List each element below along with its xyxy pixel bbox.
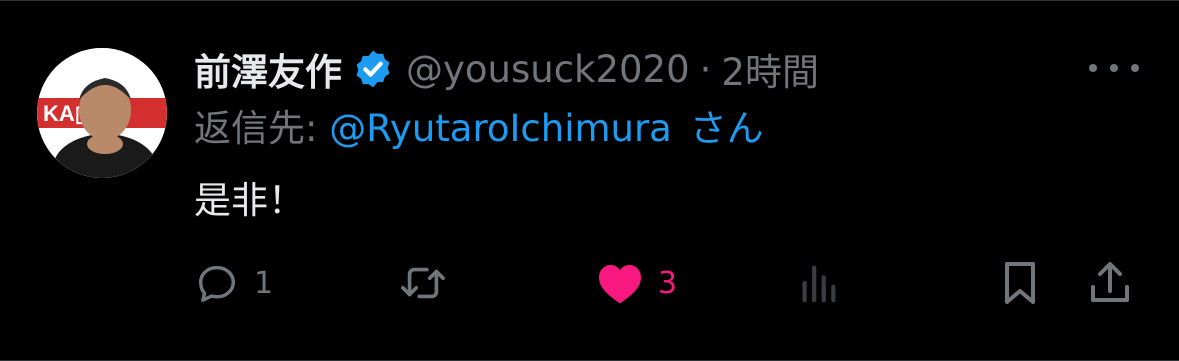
reply-to-line: 返信先: @RyutaroIchimura さん xyxy=(194,101,1139,157)
tweet-text: 是非！ xyxy=(194,179,305,222)
verified-badge-icon xyxy=(352,48,394,90)
more-dot xyxy=(1131,64,1139,72)
timestamp[interactable]: 2時間 xyxy=(721,42,819,96)
like-button[interactable]: 3 xyxy=(596,257,677,309)
separator-dot: · xyxy=(699,47,712,91)
more-dot xyxy=(1110,64,1118,72)
tweet-header: 前澤友作 @yousuck2020 · 2時間 xyxy=(194,41,1139,97)
more-dots-icon[interactable] xyxy=(1089,51,1139,85)
reply-user-link[interactable]: @RyutaroIchimura xyxy=(329,107,672,150)
analytics-icon xyxy=(802,265,836,303)
share-button[interactable] xyxy=(1088,257,1132,309)
retweet-icon xyxy=(401,267,445,299)
heart-filled-icon xyxy=(599,265,641,304)
reply-icon xyxy=(198,265,236,302)
tweet-body: 前澤友作 @yousuck2020 · 2時間 返信先: @RyutaroIch… xyxy=(194,41,1139,229)
more-dot xyxy=(1089,64,1097,72)
tweet[interactable]: KA▯I& 前澤友作 @yousuck2020 · 2時間 返信先: @Ryut… xyxy=(0,0,1179,361)
views-button[interactable] xyxy=(798,257,838,309)
action-bar: 1 3 xyxy=(194,257,1139,309)
bookmark-button[interactable] xyxy=(1000,257,1040,309)
like-count: 3 xyxy=(658,265,678,301)
share-icon xyxy=(1091,262,1129,302)
avatar[interactable]: KA▯I& xyxy=(37,48,167,178)
retweet-button[interactable] xyxy=(398,257,462,309)
bookmark-icon xyxy=(1005,262,1035,304)
avatar-image: KA▯I& xyxy=(37,48,167,178)
reply-prefix: 返信先: xyxy=(194,107,318,150)
author-handle[interactable]: @yousuck2020 xyxy=(406,48,690,91)
reply-count: 1 xyxy=(254,265,274,301)
author-name[interactable]: 前澤友作 xyxy=(194,42,342,96)
reply-suffix: さん xyxy=(689,107,764,150)
reply-button[interactable]: 1 xyxy=(194,257,273,309)
